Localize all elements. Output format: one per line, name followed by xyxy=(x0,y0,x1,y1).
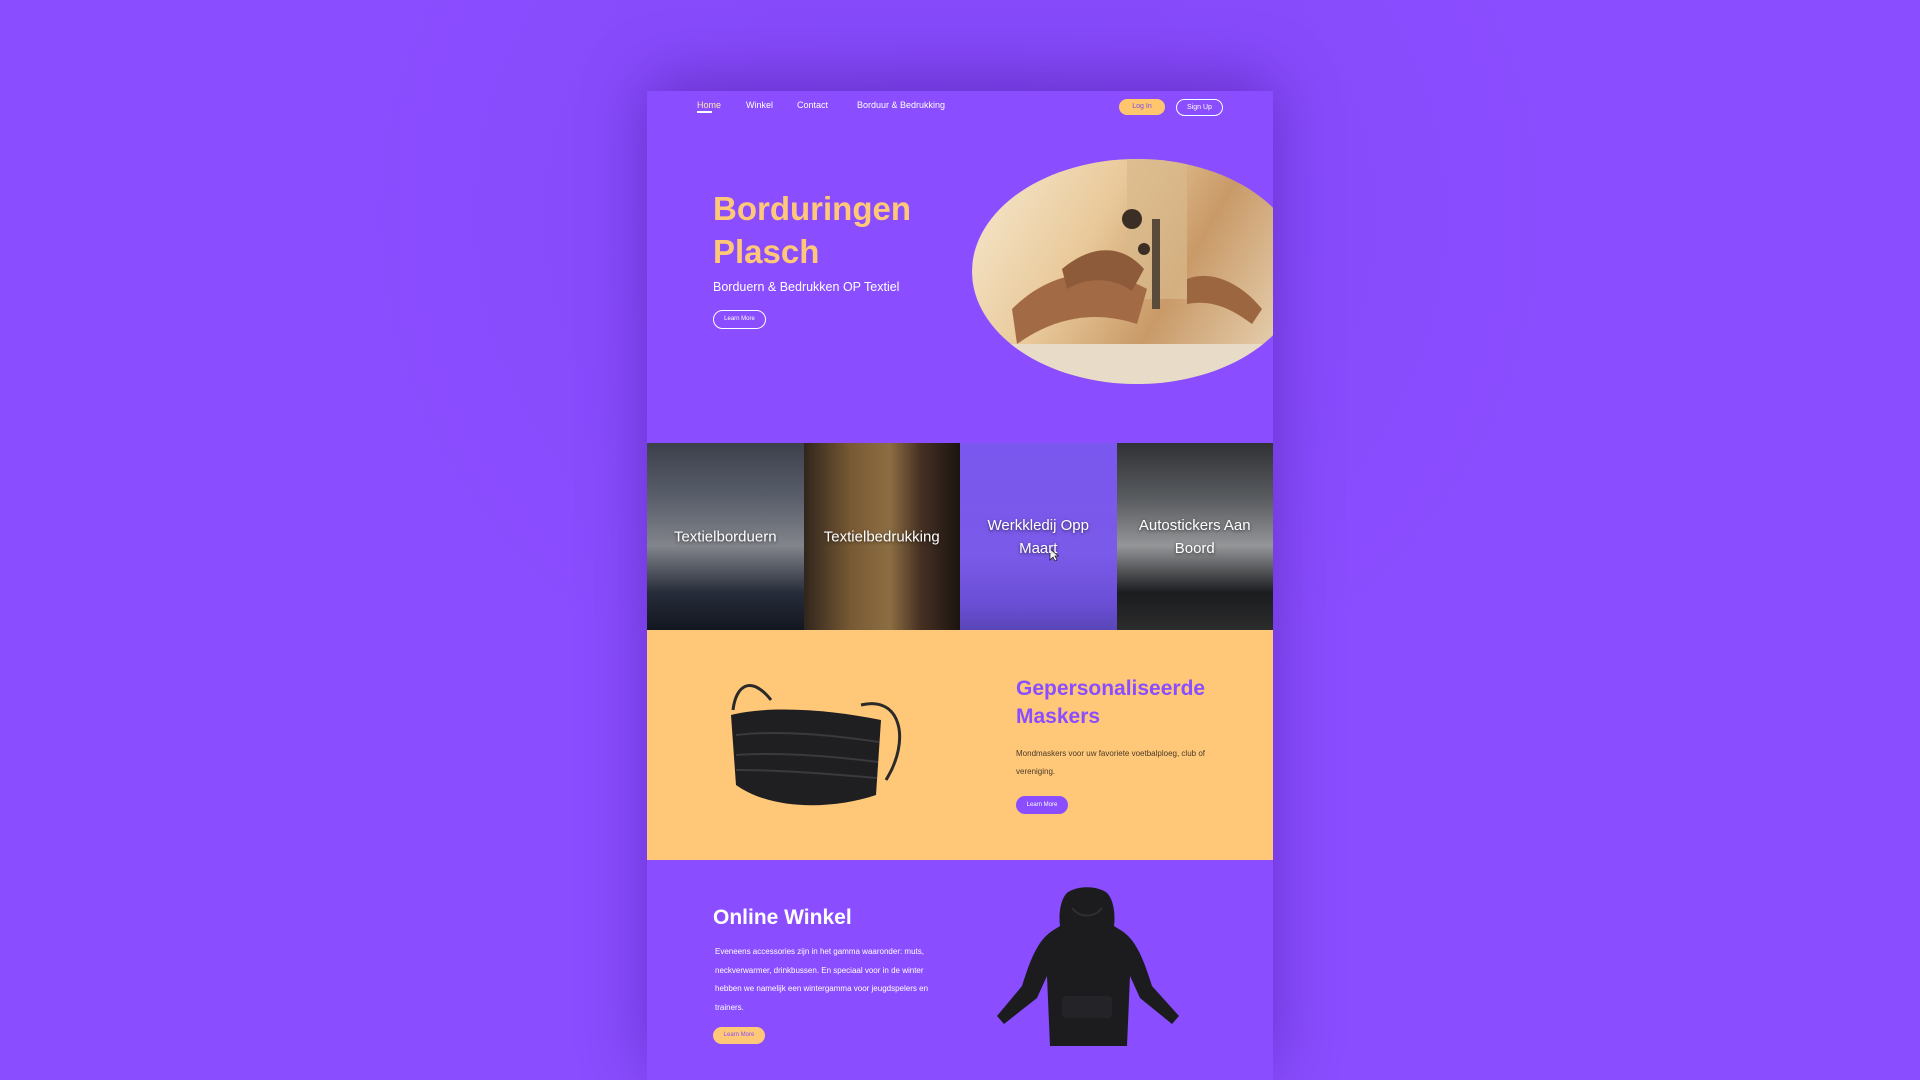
tile-textielborduern[interactable]: Textielborduern xyxy=(647,443,804,630)
face-mask-image xyxy=(731,684,902,806)
hero-image-background xyxy=(972,159,1273,384)
tile-autostickers[interactable]: Autostickers Aan Boord xyxy=(1116,443,1273,630)
tile-label: Textielborduern xyxy=(673,528,777,545)
website-page: Home Winkel Contact Borduur & Bedrukking… xyxy=(647,91,1273,1080)
masks-title: Gepersonaliseerde Maskers xyxy=(1016,677,1206,728)
category-tiles: Textielborduern Textielbedrukking Werkkl… xyxy=(647,443,1273,630)
shop-title: Online Winkel xyxy=(713,906,852,929)
masks-section: Gepersonaliseerde Maskers Mondmaskers vo… xyxy=(647,630,1273,860)
browser-viewport: Home Winkel Contact Borduur & Bedrukking… xyxy=(0,0,1920,1080)
login-button[interactable]: Log In xyxy=(1119,99,1165,115)
nav-active-underline xyxy=(697,111,712,113)
sewing-machine-illustration xyxy=(972,159,1273,384)
nav-borduur-bedrukking[interactable]: Borduur & Bedrukking xyxy=(857,100,945,110)
tile-textielbedrukking[interactable]: Textielbedrukking xyxy=(803,443,960,630)
hero-learn-more-button[interactable]: Learn More xyxy=(713,310,766,329)
main-nav: Home Winkel Contact Borduur & Bedrukking… xyxy=(647,91,1273,131)
hero-subtitle: Borduern & Bedrukken OP Textiel xyxy=(713,280,900,294)
hoodie-image xyxy=(997,887,1179,1046)
tile-werkkledij[interactable]: Werkkledij Opp Maart xyxy=(960,443,1117,630)
nav-home[interactable]: Home xyxy=(697,100,721,110)
tile-label: Autostickers Aan Boord xyxy=(1138,516,1251,557)
masks-learn-more-button[interactable]: Learn More xyxy=(1016,796,1068,814)
hero-title: Borduringen Plasch xyxy=(713,190,911,270)
tile-label: Werkkledij Opp Maart xyxy=(987,516,1089,557)
nav-contact[interactable]: Contact xyxy=(797,100,828,110)
shop-description: Eveneens accessories zijn in het gamma w… xyxy=(715,947,929,1012)
shop-learn-more-button[interactable]: Learn More xyxy=(713,1027,765,1044)
nav-winkel[interactable]: Winkel xyxy=(746,100,773,110)
hero-image-sewing xyxy=(972,159,1273,384)
tile-label: Textielbedrukking xyxy=(823,528,940,545)
masks-description: Mondmaskers voor uw favoriete voetbalplo… xyxy=(1016,749,1205,776)
signup-button[interactable]: Sign Up xyxy=(1176,99,1223,116)
